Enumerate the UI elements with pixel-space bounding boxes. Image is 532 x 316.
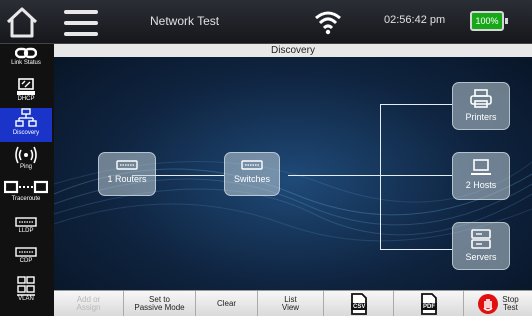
connector-line [380, 175, 452, 176]
sidebar-item-cdp[interactable]: CDP [0, 246, 52, 274]
traceroute-icon [4, 180, 48, 194]
dhcp-icon [17, 78, 35, 95]
sidebar-item-label: CDP [19, 258, 33, 264]
page-title: Discovery [54, 44, 532, 57]
sidebar-item-label: Traceroute [11, 196, 41, 202]
router-icon [116, 160, 138, 170]
sidebar-item-label: LLDP [18, 228, 34, 234]
node-label: 2 Hosts [465, 180, 497, 190]
passive-mode-button[interactable]: Set to Passive Mode [124, 291, 196, 316]
sidebar-item-vlan[interactable]: VLAN [0, 276, 52, 312]
switch-icon [241, 160, 263, 170]
node-label: Servers [465, 252, 497, 262]
sidebar-item-dhcp[interactable]: DHCP [0, 78, 52, 108]
link-icon [15, 47, 37, 59]
pdf-export-button[interactable]: PDF [394, 291, 464, 316]
lldp-icon [15, 217, 37, 227]
button-label: Clear [216, 299, 237, 308]
connector-line [380, 104, 381, 250]
add-assign-button[interactable]: Add or Assign [54, 291, 124, 316]
button-label: Assign [76, 303, 101, 312]
vlan-icon [17, 276, 35, 296]
home-icon[interactable] [4, 4, 40, 40]
servers-node[interactable]: Servers [452, 222, 510, 270]
printers-node[interactable]: Printers [452, 82, 510, 130]
hosts-node[interactable]: 2 Hosts [452, 152, 510, 200]
sidebar-item-label: Ping [19, 164, 32, 170]
sidebar-item-traceroute[interactable]: Traceroute [0, 180, 52, 210]
sidebar-item-lldp[interactable]: LLDP [0, 216, 52, 244]
sidebar-item-label: Link Status [11, 60, 41, 66]
button-label: Test [503, 303, 518, 312]
routers-node[interactable]: 1 Routers [98, 152, 156, 196]
node-label: Switches [233, 174, 270, 184]
bottom-toolbar: Add or Assign Set to Passive Mode Clear … [54, 290, 532, 316]
stop-icon [478, 294, 499, 314]
connector-line [288, 175, 380, 176]
connector-line [380, 104, 452, 105]
network-test-app: Network Test 02:56:42 pm 100% Link Statu… [0, 0, 532, 316]
discovery-panel: Discovery 1 Routers Switches Printers 2 … [54, 44, 532, 290]
clock: 02:56:42 pm [384, 14, 446, 26]
cdp-icon [15, 247, 37, 257]
csv-label: CSV [353, 304, 366, 310]
ping-icon [15, 146, 37, 164]
discovery-icon [15, 108, 37, 127]
switches-node[interactable]: Switches [224, 152, 280, 196]
sidebar-item-discovery[interactable]: Discovery [0, 108, 52, 142]
server-icon [471, 229, 491, 249]
pdf-label: PDF [423, 304, 435, 310]
node-label: Printers [465, 112, 497, 122]
top-bar: Network Test 02:56:42 pm 100% [0, 0, 532, 44]
sidebar-item-link-status[interactable]: Link Status [0, 46, 52, 76]
csv-export-button[interactable]: CSV [324, 291, 394, 316]
connector-line [380, 249, 452, 250]
button-label: Passive Mode [134, 303, 185, 312]
menu-icon[interactable] [64, 10, 98, 36]
printer-icon [470, 89, 492, 108]
clear-button[interactable]: Clear [196, 291, 258, 316]
sidebar: Link Status DHCP Discovery Ping Tracerou… [0, 44, 54, 316]
battery-icon: 100% [470, 11, 508, 31]
button-label: View [281, 303, 300, 312]
sidebar-item-label: VLAN [18, 296, 34, 302]
sidebar-item-ping[interactable]: Ping [0, 146, 52, 176]
wifi-icon [313, 9, 343, 35]
sidebar-item-label: Discovery [12, 130, 40, 136]
app-title: Network Test [150, 14, 220, 28]
stop-test-button[interactable]: Stop Test [464, 291, 532, 316]
laptop-icon [471, 159, 491, 175]
sidebar-item-label: DHCP [17, 96, 35, 102]
list-view-button[interactable]: List View [258, 291, 324, 316]
node-label: 1 Routers [107, 174, 147, 184]
